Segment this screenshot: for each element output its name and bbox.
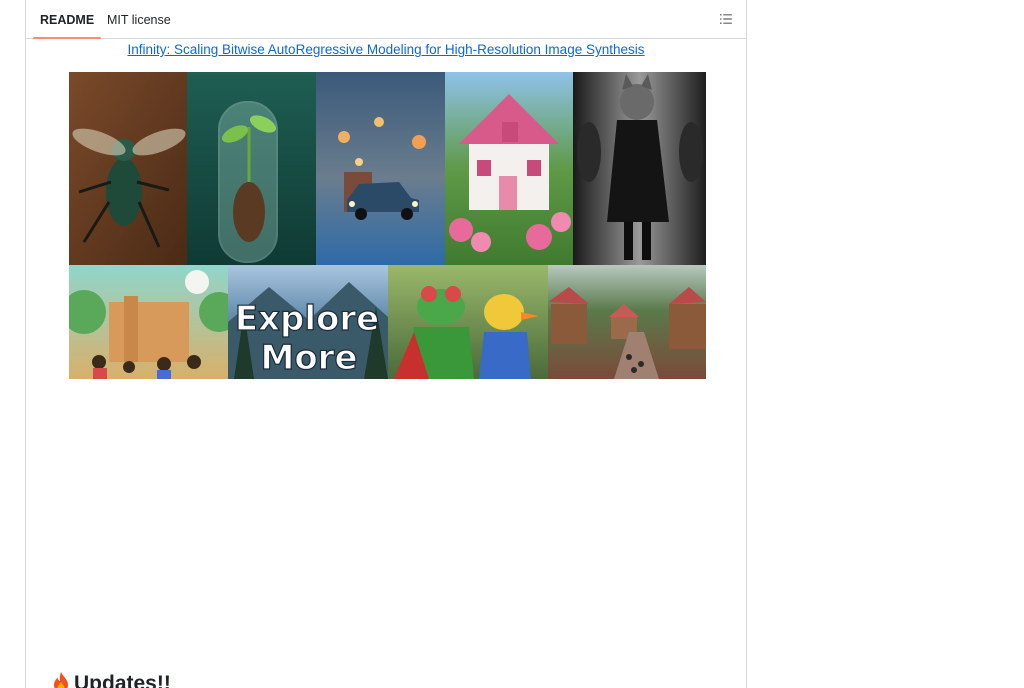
tile-seedling-in-test-tube [187, 72, 316, 265]
tile-frog-and-duck-toys [388, 265, 548, 379]
tile-cat-in-black-coat [573, 72, 706, 265]
tile-explore-more-sign: Explore More [228, 265, 388, 379]
tab-mit-license[interactable]: MIT license [107, 0, 171, 38]
sample-image-mosaic: Explore More [69, 72, 706, 379]
more-text: More [260, 338, 357, 378]
tile-village-street [548, 265, 706, 379]
readme-panel: README MIT license Infinity: Scaling Bit… [25, 0, 747, 688]
updates-heading-text: Updates!! [74, 672, 171, 688]
tile-toy-car-on-street [316, 72, 445, 265]
tile-pink-roof-cottage [445, 72, 573, 265]
tile-cartoon-school-children [69, 265, 239, 379]
list-unordered-icon[interactable] [718, 11, 734, 27]
readme-tabbar: README MIT license [26, 0, 746, 39]
tile-insect-on-wood [69, 72, 187, 265]
tab-readme[interactable]: README [32, 0, 102, 39]
updates-heading: Updates!! [52, 671, 171, 688]
fire-icon [52, 671, 70, 688]
paper-title-link[interactable]: Infinity: Scaling Bitwise AutoRegressive… [26, 42, 746, 57]
explore-text: Explore [235, 299, 379, 339]
